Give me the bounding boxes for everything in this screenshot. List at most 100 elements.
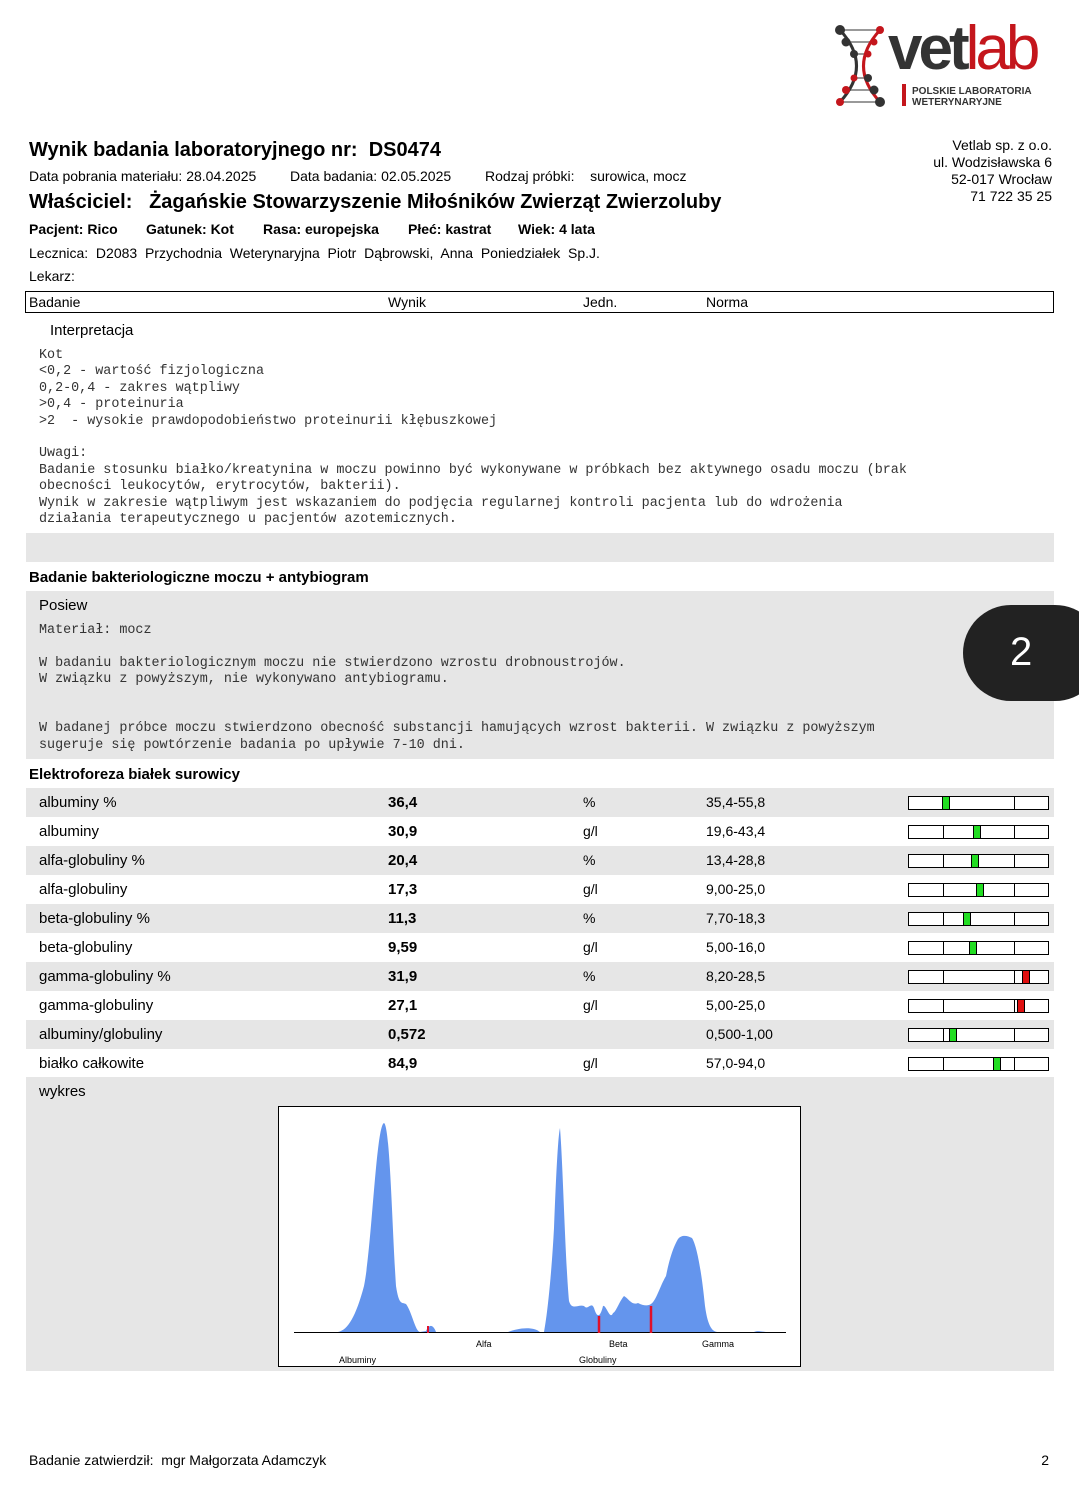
range-bar-divider: [1014, 855, 1015, 867]
table-row: albuminy 30,9 g/l 19,6-43,4: [26, 817, 1054, 846]
patient-age: Wiek: 4 lata: [518, 221, 595, 237]
range-marker: [975, 884, 984, 896]
interpretation-grey-band: [26, 533, 1054, 562]
exam-date: 02.05.2025: [381, 168, 452, 184]
test-unit: g/l: [583, 997, 598, 1013]
chart-panel: wykres Alfa Beta Gamma Albuminy Globulin…: [26, 1077, 1054, 1371]
patient-sex: Płeć: kastrat: [408, 221, 492, 237]
range-bar-divider: [943, 1000, 944, 1012]
test-name: albuminy: [39, 823, 100, 840]
test-result: 17,3: [388, 881, 418, 898]
brand-lab: lab: [965, 14, 1041, 83]
test-result: 31,9: [388, 968, 418, 985]
patient-breed: Rasa: europejska: [263, 221, 379, 237]
test-name: alfa-globuliny: [39, 881, 128, 898]
col-result: Wynik: [388, 294, 426, 310]
range-bar-divider: [1014, 913, 1015, 925]
electrophoresis-chart: Alfa Beta Gamma Albuminy Globuliny: [278, 1106, 801, 1367]
test-unit: g/l: [583, 881, 598, 897]
test-result: 30,9: [388, 823, 418, 840]
test-norm: 19,6-43,4: [706, 823, 766, 839]
brand-subtitle: POLSKIE LABORATORIA WETERYNARYJNE: [912, 86, 1032, 108]
test-norm: 9,00-25,0: [706, 881, 766, 897]
range-bar-divider: [943, 942, 944, 954]
col-unit: Jedn.: [583, 294, 618, 310]
test-name: gamma-globuliny: [39, 997, 154, 1014]
range-marker: [1021, 971, 1030, 983]
col-norm: Norma: [706, 294, 749, 310]
range-marker: [949, 1029, 958, 1041]
bacteriology-panel: Posiew Materiał: mocz W badaniu bakterio…: [26, 591, 1054, 759]
test-result: 20,4: [388, 852, 418, 869]
test-unit: %: [583, 910, 596, 926]
range-bar: [908, 883, 1049, 897]
table-row: gamma-globuliny % 31,9% 8,20-28,5: [26, 962, 1054, 991]
table-row: albuminy % 36,4% 35,4-55,8: [26, 788, 1054, 817]
range-bar: [908, 1028, 1049, 1042]
test-norm: 8,20-28,5: [706, 968, 766, 984]
range-bar-divider: [943, 913, 944, 925]
company-phone: 71 722 35 25: [970, 188, 1052, 204]
test-norm: 13,4-28,8: [706, 852, 766, 868]
test-result: 0,572: [388, 1026, 426, 1043]
table-header: Badanie Wynik Jedn. Norma: [25, 291, 1054, 313]
range-bar-divider: [943, 826, 944, 838]
range-bar-divider: [1014, 884, 1015, 896]
table-row: gamma-globuliny 27,1 g/l 5,00-25,0: [26, 991, 1054, 1020]
test-unit: %: [583, 852, 596, 868]
page-badge: 2: [963, 605, 1079, 701]
test-unit: %: [583, 794, 596, 810]
range-marker: [942, 797, 951, 809]
culture-title: Posiew: [39, 597, 88, 614]
range-bar: [908, 854, 1049, 868]
test-unit: %: [583, 968, 596, 984]
company-address: Vetlab sp. z o.o. ul. Wodzisławska 6 52-…: [933, 137, 1052, 205]
interpretation-title: Interpretacja: [50, 322, 134, 339]
test-result: 9,59: [388, 939, 418, 956]
range-bar-divider: [1014, 797, 1015, 809]
test-norm: 5,00-25,0: [706, 997, 766, 1013]
collect-date: 28.04.2025: [186, 168, 257, 184]
table-row: alfa-globuliny 17,3 g/l 9,00-25,0: [26, 875, 1054, 904]
report-number: DS0474: [368, 139, 441, 161]
label-beta: Beta: [609, 1339, 628, 1349]
interpretation-text: Kot <0,2 - wartość fizjologiczna 0,2-0,4…: [39, 348, 907, 528]
range-marker: [968, 942, 977, 954]
test-norm: 5,00-16,0: [706, 939, 766, 955]
test-norm: 57,0-94,0: [706, 1055, 766, 1071]
label-globuliny: Globuliny: [579, 1355, 617, 1365]
range-marker: [1017, 1000, 1026, 1012]
electrophoresis-title: Elektroforeza białek surowicy: [29, 766, 240, 783]
test-name: beta-globuliny: [39, 939, 133, 956]
label-albuminy: Albuminy: [339, 1355, 377, 1365]
test-name: albuminy/globuliny: [39, 1026, 163, 1043]
doctor-line: Lekarz:: [29, 268, 75, 284]
range-bar-divider: [943, 1058, 944, 1070]
range-bar: [908, 999, 1049, 1013]
page-title: Wynik badania laboratoryjnego nr: DS0474: [29, 139, 441, 161]
chart-title: wykres: [39, 1083, 86, 1100]
test-result: 11,3: [388, 910, 417, 927]
patient-species: Gatunek: Kot: [146, 221, 234, 237]
range-bar-divider: [1014, 1029, 1015, 1041]
page-number: 2: [1041, 1452, 1049, 1468]
col-test: Badanie: [29, 294, 81, 310]
label-gamma: Gamma: [702, 1339, 734, 1349]
test-name: gamma-globuliny %: [39, 968, 171, 985]
range-marker: [992, 1058, 1001, 1070]
range-bar-divider: [943, 884, 944, 896]
range-bar-divider: [1014, 942, 1015, 954]
range-bar-divider: [943, 1029, 944, 1041]
range-bar-divider: [943, 971, 944, 983]
company-street: ul. Wodzisławska 6: [933, 154, 1052, 170]
dates-line: Data pobrania materiału: 28.04.2025 Data…: [29, 168, 687, 184]
approved-by: Badanie zatwierdził: mgr Małgorzata Adam…: [29, 1452, 327, 1468]
range-marker: [972, 826, 981, 838]
dna-helix-icon: [835, 25, 885, 107]
test-norm: 7,70-18,3: [706, 910, 766, 926]
range-bar: [908, 796, 1049, 810]
test-unit: g/l: [583, 939, 598, 955]
table-row: beta-globuliny % 11,3% 7,70-18,3: [26, 904, 1054, 933]
range-bar: [908, 912, 1049, 926]
test-name: albuminy %: [39, 794, 117, 811]
